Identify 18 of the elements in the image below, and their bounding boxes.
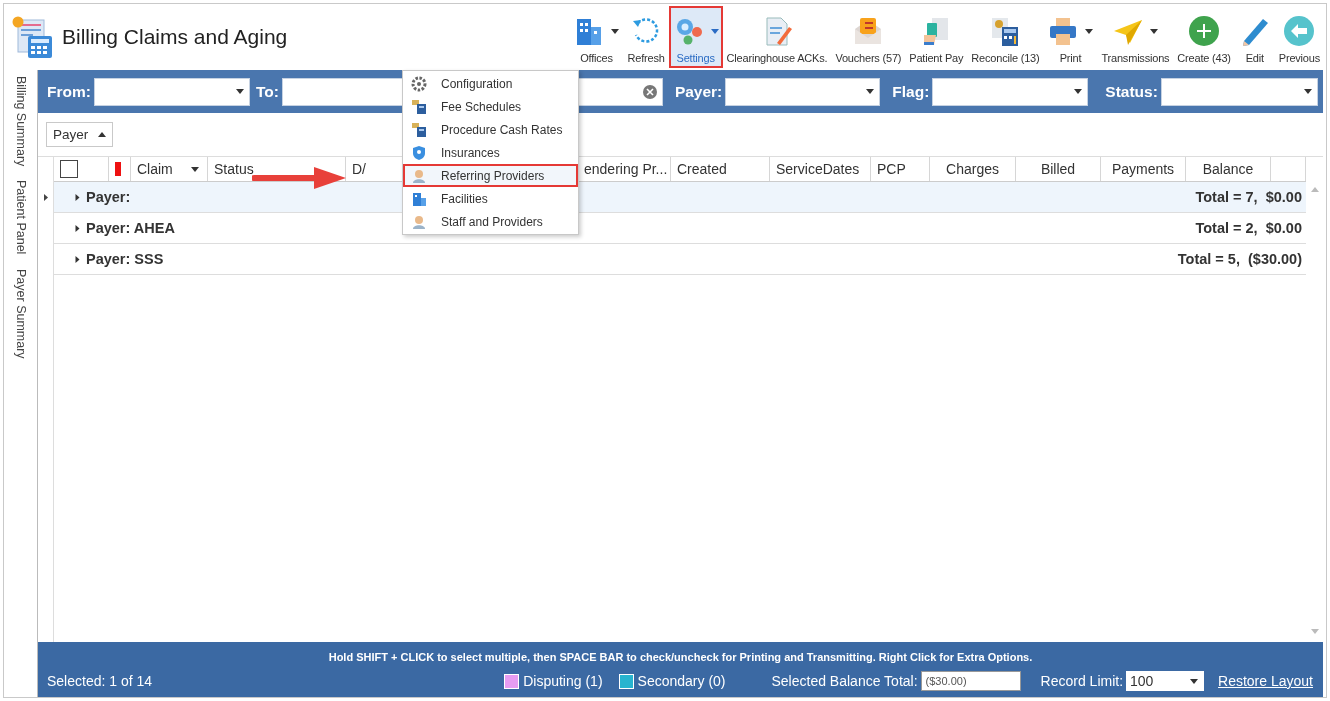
group-label: Payer: SSS xyxy=(86,251,164,267)
group-total: Total = 7, $0.00 xyxy=(1195,189,1302,205)
record-limit-label: Record Limit: xyxy=(1040,673,1124,689)
filter-label: Flag: xyxy=(892,82,930,101)
legend-label: Secondary (0) xyxy=(637,673,726,689)
filter-label: Status: xyxy=(1105,82,1158,101)
group-label: Payer: xyxy=(86,189,131,205)
filter-label: Payer: xyxy=(674,82,723,101)
balance-label: Selected Balance Total: xyxy=(771,673,918,689)
window-title: Billing Claims and Aging xyxy=(62,25,288,49)
filter-label: From: xyxy=(47,82,91,101)
group-total: Total = 2, $0.00 xyxy=(1195,220,1302,236)
hint-text: Hold SHIFT + CLICK to select multiple, then SPACE BAR to check/uncheck for Printing and Transmitting. Right Click for Extra Options. xyxy=(327,651,1034,663)
selection-count: Selected: 1 of 14 xyxy=(47,673,153,689)
legend-label: Disputing (1) xyxy=(523,673,603,689)
group-label: Payer: AHEA xyxy=(86,220,175,236)
group-total: Total = 5, ($30.00) xyxy=(1177,251,1302,267)
filter-label: To: xyxy=(255,82,279,101)
